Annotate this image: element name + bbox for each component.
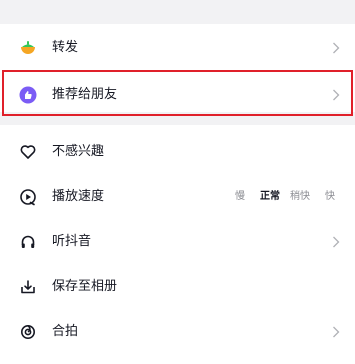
chevron-right-icon xyxy=(330,41,342,55)
menu-item-duet[interactable]: 合拍 xyxy=(0,312,355,352)
speed-options: 慢 正常 稍快 快 xyxy=(225,190,345,204)
menu-item-label: 推荐给朋友 xyxy=(52,87,118,102)
chevron-right-icon xyxy=(330,325,342,339)
menu-item-not-interested[interactable]: 不感兴趣 xyxy=(0,132,355,172)
menu-item-label: 合拍 xyxy=(52,324,79,339)
menu-item-label: 不感兴趣 xyxy=(52,144,105,159)
more-actions-sheet: 转发 推荐给朋友 不感兴趣 播放速度 慢 正常 稍快 快 听抖音 保存至相册 合… xyxy=(0,0,355,364)
menu-item-label: 听抖音 xyxy=(52,234,92,249)
menu-item-label: 转发 xyxy=(52,40,79,55)
share-bowl-icon xyxy=(18,38,38,58)
download-icon xyxy=(18,277,38,297)
playback-speed-icon xyxy=(18,187,38,207)
menu-item-listen-douyin[interactable]: 听抖音 xyxy=(0,222,355,262)
menu-item-share[interactable]: 转发 xyxy=(0,28,355,68)
recommend-friend-icon xyxy=(18,85,38,105)
chevron-right-icon xyxy=(330,88,342,102)
duet-icon xyxy=(18,322,38,342)
speed-option-normal[interactable]: 正常 xyxy=(255,190,285,204)
chevron-right-icon xyxy=(330,235,342,249)
menu-item-recommend-friend[interactable]: 推荐给朋友 xyxy=(0,75,355,115)
speed-option-slightly-fast[interactable]: 稍快 xyxy=(285,190,315,204)
options-group: 不感兴趣 播放速度 慢 正常 稍快 快 听抖音 保存至相册 合拍 xyxy=(0,125,355,364)
headphones-icon xyxy=(18,232,38,252)
menu-item-save-to-album[interactable]: 保存至相册 xyxy=(0,267,355,307)
speed-option-slow[interactable]: 慢 xyxy=(225,190,255,204)
heart-outline-icon xyxy=(18,142,38,162)
speed-option-fast[interactable]: 快 xyxy=(315,190,345,204)
share-group: 转发 推荐给朋友 xyxy=(0,24,355,112)
menu-item-label: 保存至相册 xyxy=(52,279,118,294)
menu-item-playback-speed: 播放速度 慢 正常 稍快 快 xyxy=(0,177,355,217)
menu-item-label: 播放速度 xyxy=(52,189,105,204)
